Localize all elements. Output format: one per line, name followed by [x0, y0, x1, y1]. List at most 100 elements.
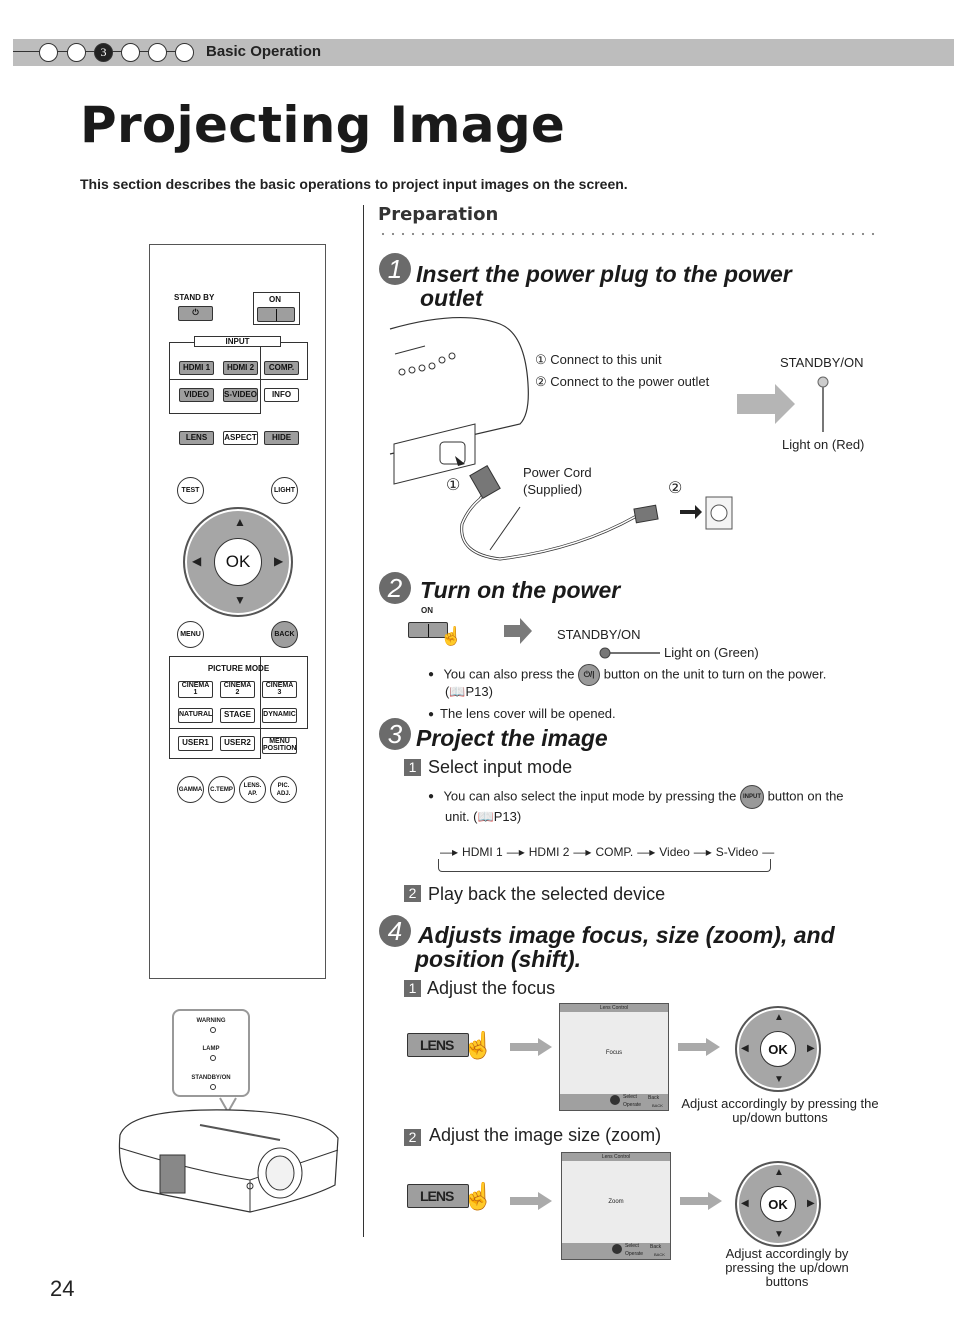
arrow-right-icon[interactable]: ▶: [274, 554, 283, 568]
standby-label: STAND BY: [174, 293, 215, 302]
arrow-left-icon: ◀: [741, 1043, 749, 1054]
ok-label: OK: [760, 1186, 796, 1222]
osd-back: Back: [650, 1244, 662, 1250]
indicator-red-diagram: [737, 376, 829, 432]
input-cycle: —▸ HDMI 1 —▸ HDMI 2 —▸ COMP. —▸ Video —▸ S-Vi…: [438, 845, 777, 859]
intro-text: This section describes the basic operati…: [80, 176, 628, 192]
osd-focus-screen: Lens Control Focus Select Operate Back B…: [559, 1003, 669, 1111]
arrow-up-icon: ▲: [774, 1012, 784, 1023]
cinema2-button[interactable]: CINEMA 2: [220, 681, 255, 698]
gamma-button[interactable]: GAMMA: [177, 776, 204, 803]
standby-button[interactable]: ⏻: [178, 306, 213, 321]
osd-zoom-screen: Lens Control Zoom Select Operate Back BA…: [561, 1152, 671, 1260]
led-red-icon: [817, 376, 829, 388]
standby-on-label-1: STANDBY/ON: [780, 355, 864, 370]
ctemp-button[interactable]: C.TEMP: [208, 776, 235, 803]
step2-number: 2: [379, 572, 411, 604]
osd-select: Select: [623, 1094, 637, 1100]
s-video-button[interactable]: S-VIDEO: [223, 388, 258, 402]
chapter-step-2: [67, 43, 86, 62]
user2-button[interactable]: USER2: [220, 736, 255, 751]
hide-button[interactable]: HIDE: [264, 431, 299, 445]
chapter-step-4: [121, 43, 140, 62]
step1-title-line2: outlet: [420, 285, 483, 311]
cycle-video: Video: [659, 845, 690, 859]
zoom-caption: Adjust accordingly by pressing the up/do…: [725, 1246, 849, 1289]
connect-outlet-text: ② Connect to the power outlet: [535, 374, 710, 389]
back-button[interactable]: BACK: [271, 621, 298, 648]
on-label-2: ON: [421, 606, 433, 615]
lamp-led-icon: [210, 1055, 216, 1061]
dynamic-button[interactable]: DYNAMIC: [262, 708, 297, 723]
user1-button[interactable]: USER1: [178, 736, 213, 751]
lens-ap-button[interactable]: LENS. AP.: [239, 776, 266, 803]
warning-led-icon: [210, 1027, 216, 1033]
step2-bullet1: You can also press the ⏻/| button on the…: [428, 664, 826, 686]
menu-position-button[interactable]: MENU POSITION: [262, 737, 297, 754]
step2-ref: (📖P13): [445, 684, 493, 699]
remote-dpad[interactable]: OK ▲ ▼ ◀ ▶: [183, 507, 293, 617]
cinema3-button[interactable]: CINEMA 3: [262, 681, 297, 698]
preparation-heading: Preparation: [378, 204, 499, 225]
arrow-down-icon[interactable]: ▼: [234, 593, 246, 607]
step3-title: Project the image: [416, 725, 608, 751]
chapter-step-1: [39, 43, 58, 62]
lens-key-focus: LENS: [407, 1033, 469, 1057]
on-label: ON: [269, 295, 281, 304]
hdmi1-button[interactable]: HDMI 1: [179, 361, 214, 375]
vent-icon: [159, 1154, 186, 1194]
arrow-left-icon: ◀: [741, 1198, 749, 1209]
cinema1-button[interactable]: CINEMA 1: [178, 681, 213, 698]
section-title: Basic Operation: [206, 43, 322, 60]
menu-button[interactable]: MENU: [177, 621, 204, 648]
page-number: 24: [50, 1276, 75, 1301]
aspect-button[interactable]: ASPECT: [223, 431, 258, 445]
step3-sub2-number: 2: [404, 885, 421, 902]
osd-select: Select: [625, 1243, 639, 1249]
projector-illustration: [118, 1097, 339, 1213]
lens-key-zoom: LENS: [407, 1184, 469, 1208]
video-button[interactable]: VIDEO: [179, 388, 214, 402]
on-button[interactable]: [257, 307, 295, 322]
osd-title: Lens Control: [562, 1153, 670, 1161]
lens-button[interactable]: LENS: [179, 431, 214, 445]
hdmi2-button[interactable]: HDMI 2: [223, 361, 258, 375]
page-title: Projecting Image: [80, 96, 566, 154]
test-button[interactable]: TEST: [177, 477, 204, 504]
standby-on-label: STANDBY/ON: [191, 1075, 231, 1081]
arrow-right-icon: [680, 1192, 722, 1210]
arrow-right-icon: ▶: [807, 1043, 815, 1054]
focus-caption: Adjust accordingly by pressing the up/do…: [681, 1096, 879, 1125]
step3-ref: unit. (📖P13): [445, 809, 522, 824]
step3-sub1-number: 1: [404, 759, 421, 776]
led-green-icon: [599, 647, 660, 659]
manual-page: 3 Basic Operation Projecting Image This …: [0, 0, 954, 1339]
comp-button[interactable]: COMP.: [264, 361, 299, 375]
osd-focus-label: Focus: [605, 1050, 623, 1056]
hand-pointer-icon: ☝: [462, 1030, 495, 1060]
natural-button[interactable]: NATURAL: [178, 708, 213, 723]
bullet1-text-a: You can also press the: [443, 666, 575, 682]
column-divider: [363, 205, 364, 1237]
step4-sub2-title: Adjust the image size (zoom): [429, 1125, 662, 1145]
bullet-text-b: button on the: [767, 788, 844, 804]
chapter-step-5: [148, 43, 167, 62]
lamp-label: LAMP: [202, 1046, 220, 1052]
step3-sub2-title: Play back the selected device: [428, 884, 666, 904]
input-button-icon: INPUT: [740, 785, 764, 809]
pic-adj-button[interactable]: PIC. ADJ.: [270, 776, 297, 803]
hand-pointer-icon: ☝: [440, 626, 463, 646]
light-button[interactable]: LIGHT: [271, 477, 298, 504]
ok-dpad-zoom: OK ▲ ▼ ◀ ▶: [735, 1161, 821, 1247]
power-button-icon: ⏻/|: [578, 664, 601, 686]
arrow-up-icon[interactable]: ▲: [234, 515, 246, 529]
remote-ok-button[interactable]: OK: [214, 538, 262, 586]
osd-back-key: BACK: [654, 1252, 665, 1257]
arrow-left-icon[interactable]: ◀: [192, 554, 201, 568]
stage-button[interactable]: STAGE: [220, 708, 255, 723]
step2-bullet2: The lens cover will be opened.: [428, 706, 616, 721]
info-button[interactable]: INFO: [264, 388, 299, 402]
step3-sub1-title: Select input mode: [428, 757, 573, 777]
step4-number: 4: [379, 915, 411, 947]
bullet1-text-b: button on the unit to turn on the power.: [603, 666, 827, 682]
